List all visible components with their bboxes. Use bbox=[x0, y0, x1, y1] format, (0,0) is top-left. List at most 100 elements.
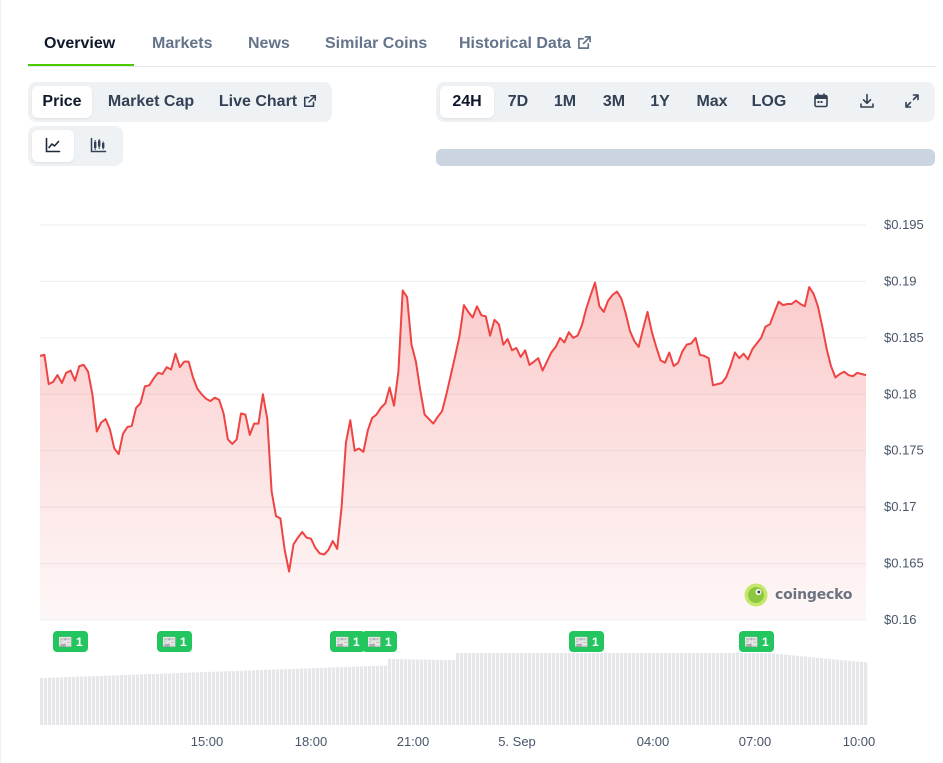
volume-bar bbox=[712, 653, 716, 725]
volume-bar bbox=[544, 653, 548, 725]
volume-bar bbox=[808, 656, 812, 725]
volume-bar bbox=[724, 653, 728, 725]
volume-bar bbox=[740, 653, 744, 725]
volume-bar bbox=[804, 656, 808, 725]
volume-bar bbox=[144, 674, 148, 725]
news-marker[interactable]: 📰 1 bbox=[53, 631, 88, 652]
volume-bar bbox=[60, 677, 64, 725]
y-tick-label: $0.175 bbox=[884, 443, 924, 458]
volume-bar bbox=[152, 673, 156, 725]
volume-bar bbox=[332, 667, 336, 725]
volume-bar bbox=[116, 675, 120, 725]
volume-bar bbox=[44, 677, 48, 725]
news-marker[interactable]: 📰 1 bbox=[739, 631, 774, 652]
volume-bar bbox=[796, 655, 800, 725]
volume-bar bbox=[520, 653, 524, 725]
volume-bar bbox=[800, 656, 804, 725]
news-marker[interactable]: 📰 1 bbox=[362, 631, 397, 652]
volume-bar bbox=[408, 659, 412, 725]
volume-bar bbox=[684, 653, 688, 725]
volume-bar bbox=[856, 661, 860, 725]
volume-bar bbox=[760, 653, 764, 725]
volume-bar bbox=[864, 662, 868, 725]
volume-bar bbox=[112, 675, 116, 725]
volume-bar bbox=[476, 653, 480, 725]
volume-bar bbox=[472, 653, 476, 725]
price-area bbox=[40, 282, 866, 620]
volume-bar bbox=[424, 659, 428, 725]
volume-bar bbox=[736, 653, 740, 725]
volume-bar bbox=[848, 660, 852, 725]
volume-bar bbox=[792, 655, 796, 725]
volume-bar bbox=[832, 659, 836, 725]
volume-bar bbox=[816, 657, 820, 725]
volume-bar bbox=[552, 653, 556, 725]
volume-bar bbox=[228, 671, 232, 725]
volume-bar bbox=[180, 672, 184, 725]
volume-bar bbox=[636, 653, 640, 725]
news-marker[interactable]: 📰 1 bbox=[330, 631, 365, 652]
volume-bar bbox=[768, 653, 772, 725]
y-tick-label: $0.19 bbox=[884, 273, 917, 288]
volume-bar bbox=[336, 667, 340, 725]
volume-bar bbox=[236, 670, 240, 725]
volume-bar bbox=[592, 653, 596, 725]
volume-bar bbox=[524, 653, 528, 725]
volume-bar bbox=[40, 678, 44, 725]
volume-bar bbox=[184, 672, 188, 725]
volume-bar bbox=[820, 658, 824, 725]
volume-bar bbox=[656, 653, 660, 725]
volume-bar bbox=[380, 665, 384, 725]
volume-bar bbox=[748, 653, 752, 725]
volume-bar bbox=[104, 675, 108, 725]
volume-bar bbox=[704, 653, 708, 725]
volume-bar bbox=[192, 672, 196, 725]
volume-bar bbox=[76, 676, 80, 725]
volume-bar bbox=[680, 653, 684, 725]
volume-bar bbox=[292, 668, 296, 725]
watermark-text: coingecko bbox=[775, 587, 853, 603]
volume-bar bbox=[664, 653, 668, 725]
volume-bar bbox=[396, 659, 400, 725]
x-tick-label: 5. Sep bbox=[498, 734, 536, 749]
volume-bar bbox=[328, 667, 332, 725]
volume-bar bbox=[464, 653, 468, 725]
volume-bar bbox=[608, 653, 612, 725]
volume-bar bbox=[540, 653, 544, 725]
volume-bar bbox=[516, 653, 520, 725]
volume-bar bbox=[720, 653, 724, 725]
volume-bar bbox=[320, 667, 324, 725]
volume-bar bbox=[128, 674, 132, 725]
volume-bar bbox=[556, 653, 560, 725]
volume-bar bbox=[372, 665, 376, 725]
volume-bar bbox=[120, 675, 124, 725]
volume-bar bbox=[392, 658, 396, 725]
volume-bar bbox=[344, 666, 348, 725]
volume-bar bbox=[140, 674, 144, 725]
volume-bar bbox=[368, 666, 372, 725]
volume-bar bbox=[536, 653, 540, 725]
newspaper-icon: 📰 bbox=[367, 634, 382, 649]
volume-bar bbox=[264, 669, 268, 725]
volume-bar bbox=[148, 674, 152, 725]
volume-bar bbox=[580, 653, 584, 725]
volume-bar bbox=[80, 676, 84, 725]
volume-bar bbox=[576, 653, 580, 725]
volume-bar bbox=[648, 653, 652, 725]
volume-bar bbox=[352, 666, 356, 725]
volume-bar bbox=[672, 653, 676, 725]
volume-bar bbox=[652, 653, 656, 725]
volume-bar bbox=[448, 659, 452, 725]
volume-bar bbox=[496, 653, 500, 725]
news-marker[interactable]: 📰 1 bbox=[569, 631, 604, 652]
volume-bar bbox=[752, 653, 756, 725]
volume-bar bbox=[444, 659, 448, 725]
news-marker[interactable]: 📰 1 bbox=[157, 631, 192, 652]
volume-bar bbox=[360, 666, 364, 725]
y-tick-label: $0.195 bbox=[884, 217, 924, 232]
volume-bar bbox=[280, 669, 284, 725]
volume-bar bbox=[420, 659, 424, 725]
volume-bar bbox=[844, 660, 848, 725]
volume-bar bbox=[780, 654, 784, 725]
volume-bar bbox=[744, 653, 748, 725]
